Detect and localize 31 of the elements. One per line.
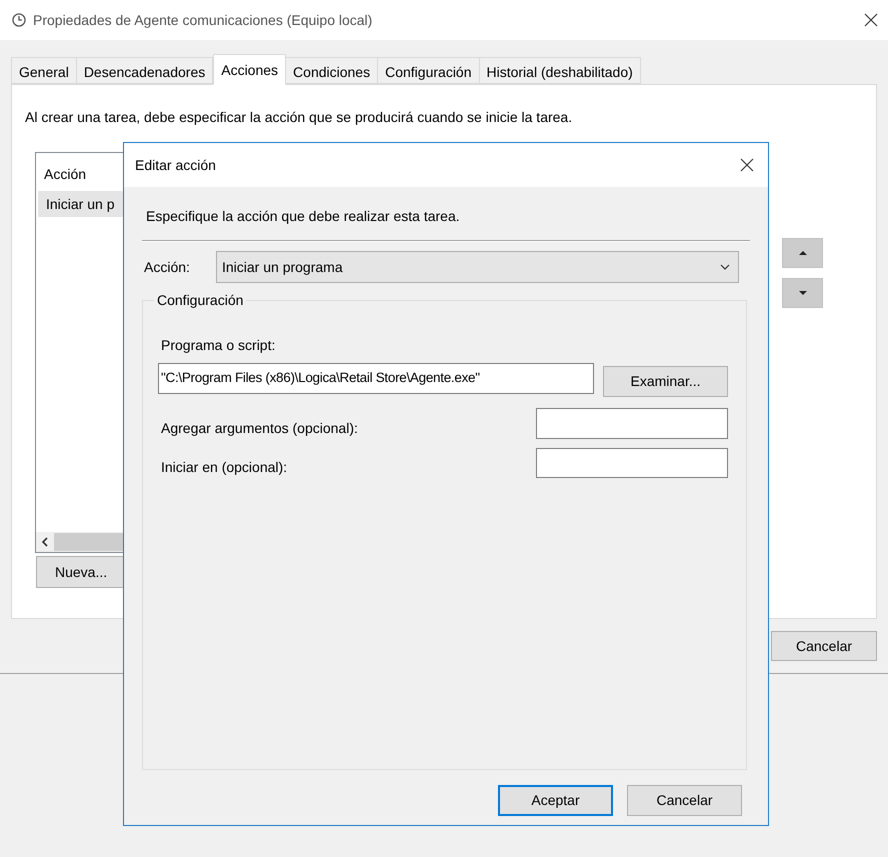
start-in-label: Iniciar en (opcional): (160, 458, 288, 477)
tab[interactable]: Condiciones (285, 57, 378, 84)
cancel-button[interactable]: Cancelar (771, 631, 877, 661)
close-icon[interactable] (740, 158, 754, 172)
tab[interactable]: Acciones (213, 54, 286, 85)
close-icon[interactable] (864, 13, 878, 27)
program-field[interactable]: "C:\Program Files (x86)\Logica\Retail Store\Agente.exe" (158, 363, 594, 394)
start-in-field[interactable] (536, 448, 728, 478)
chevron-down-icon (720, 264, 730, 270)
clock-icon (12, 13, 26, 27)
arguments-label: Agregar argumentos (opcional): (160, 419, 358, 438)
tab[interactable]: Desencadenadores (76, 57, 214, 84)
description-text: Al crear una tarea, debe especificar la acción que se producirá cuando se inicie la tarea. (25, 108, 574, 127)
group-title: Configuración (156, 291, 244, 310)
dialog-title: Editar acción (135, 156, 216, 174)
action-label: Acción: (143, 258, 191, 276)
column-header[interactable]: Acción (44, 164, 86, 184)
up-triangle-icon (798, 251, 806, 255)
arguments-field[interactable] (536, 408, 728, 439)
new-button[interactable]: Nueva... (36, 556, 126, 588)
tab[interactable]: Configuración (377, 57, 480, 84)
tab[interactable]: General (11, 57, 77, 84)
down-triangle-icon (798, 291, 806, 295)
dialog-description: Especifique la acción que debe realizar esta tarea. (145, 207, 461, 226)
program-label: Programa o script: (160, 336, 276, 355)
action-dropdown[interactable]: Iniciar un programa (216, 251, 739, 283)
tab[interactable]: Historial (deshabilitado) (478, 57, 641, 84)
window-title: Propiedades de Agente comunicaciones (Equipo local) (33, 10, 372, 30)
browse-button[interactable]: Examinar... (603, 366, 728, 397)
cancel-button[interactable]: Cancelar (627, 785, 742, 816)
ok-button[interactable]: Aceptar (498, 785, 613, 816)
